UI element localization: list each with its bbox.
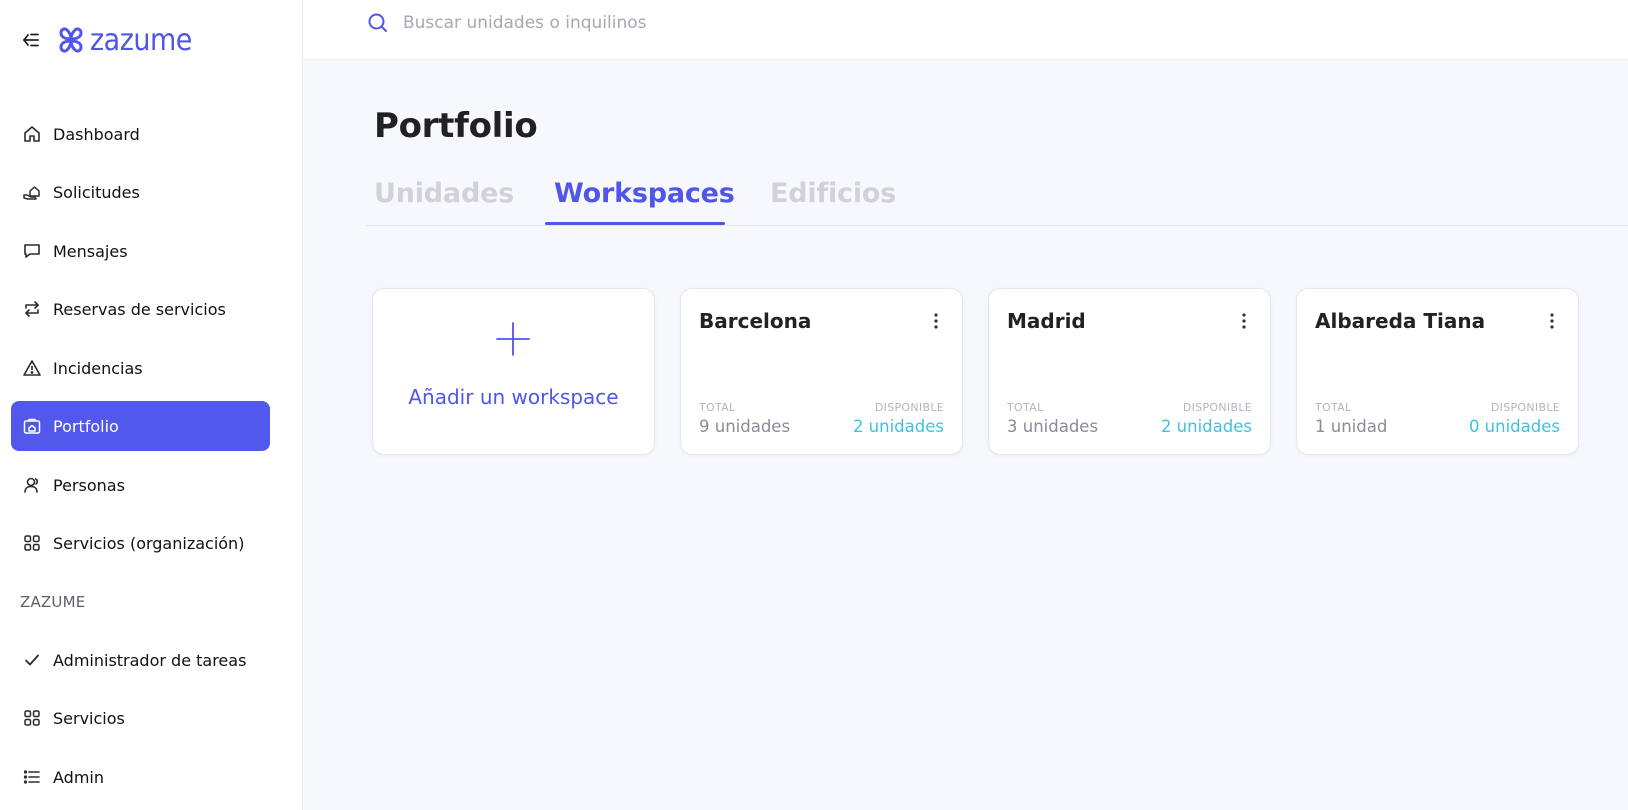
available-value: 0 unidades (1468, 417, 1560, 436)
workspace-name: Albareda Tiana (1315, 309, 1486, 333)
sidebar-item-mensajes[interactable]: Mensajes (11, 226, 270, 276)
sidebar-item-servicios-organizacion[interactable]: Servicios (organización) (11, 518, 270, 568)
grid-icon (22, 533, 42, 553)
sidebar-item-label: Admin (53, 767, 104, 787)
sidebar-item-servicios[interactable]: Servicios (11, 693, 270, 743)
workspace-name: Barcelona (699, 309, 812, 333)
sidebar-item-label: Reservas de servicios (53, 299, 226, 319)
message-icon (22, 241, 42, 261)
sidebar-item-label: Solicitudes (53, 182, 140, 202)
tab-unidades[interactable]: Unidades (374, 178, 514, 209)
sidebar-item-label: Dashboard (53, 124, 140, 144)
search-icon (367, 12, 389, 34)
top-bar (303, 0, 1628, 60)
available-value: 2 unidades (852, 417, 944, 436)
active-tab-indicator (545, 222, 725, 225)
sidebar-item-portfolio[interactable]: Portfolio (11, 401, 270, 451)
sidebar-item-label: Mensajes (53, 241, 128, 261)
sidebar-item-personas[interactable]: Personas (11, 460, 270, 510)
more-options-icon[interactable] (1236, 311, 1252, 331)
sidebar-item-incidencias[interactable]: Incidencias (11, 343, 270, 393)
portfolio-tabs: Unidades Workspaces Edificios (366, 170, 1628, 226)
sidebar-item-label: Personas (53, 475, 125, 495)
workspace-card[interactable]: Barcelona TOTAL DISPONIBLE 9 unidades 2 … (680, 288, 963, 455)
page-title: Portfolio (374, 106, 538, 146)
workspace-name: Madrid (1007, 309, 1086, 333)
list-icon (22, 767, 42, 787)
sidebar-item-reservas[interactable]: Reservas de servicios (11, 284, 270, 334)
total-value: 3 unidades (1007, 417, 1099, 436)
total-value: 9 unidades (699, 417, 791, 436)
total-label: TOTAL (1007, 401, 1044, 414)
sidebar-item-solicitudes[interactable]: Solicitudes (11, 167, 270, 217)
workspace-card[interactable]: Madrid TOTAL DISPONIBLE 3 unidades 2 uni… (988, 288, 1271, 455)
tab-workspaces[interactable]: Workspaces (554, 178, 735, 209)
add-workspace-card[interactable]: Añadir un workspace (372, 288, 655, 455)
sidebar-item-label: Servicios (53, 708, 125, 728)
sidebar-item-label: Portfolio (53, 416, 119, 436)
available-label: DISPONIBLE (1182, 401, 1252, 414)
people-icon (22, 475, 42, 495)
available-value: 2 unidades (1160, 417, 1252, 436)
sidebar-item-dashboard[interactable]: Dashboard (11, 109, 270, 159)
sidebar-item-label: Servicios (organización) (53, 533, 245, 553)
collapse-sidebar-icon[interactable] (20, 29, 42, 51)
more-options-icon[interactable] (1544, 311, 1560, 331)
warning-icon (22, 358, 42, 378)
available-label: DISPONIBLE (874, 401, 944, 414)
sidebar-item-admin[interactable]: Admin (11, 752, 270, 802)
add-workspace-label: Añadir un workspace (408, 385, 619, 409)
available-label: DISPONIBLE (1490, 401, 1560, 414)
plus-icon (495, 321, 531, 357)
tab-edificios[interactable]: Edificios (770, 178, 896, 209)
repeat-icon (22, 299, 42, 319)
portfolio-icon (22, 416, 42, 436)
hand-house-icon (22, 182, 42, 202)
home-icon (22, 124, 42, 144)
sidebar-item-label: Incidencias (53, 358, 143, 378)
total-value: 1 unidad (1315, 417, 1388, 436)
search-input[interactable] (403, 10, 1003, 36)
clover-logo-icon (59, 27, 83, 53)
sidebar-item-label: Administrador de tareas (53, 650, 247, 670)
check-icon (22, 650, 42, 670)
total-label: TOTAL (699, 401, 736, 414)
sidebar-section-label: ZAZUME (20, 593, 86, 611)
sidebar-item-administrador-tareas[interactable]: Administrador de tareas (11, 635, 270, 685)
more-options-icon[interactable] (928, 311, 944, 331)
workspace-card[interactable]: Albareda Tiana TOTAL DISPONIBLE 1 unidad… (1296, 288, 1579, 455)
brand-name: zazume (90, 22, 192, 58)
brand: zazume (20, 22, 192, 58)
total-label: TOTAL (1315, 401, 1352, 414)
grid-icon (22, 708, 42, 728)
zazume-logo[interactable]: zazume (56, 22, 192, 58)
sidebar: zazume Dashboard Solicitudes Mensajes Re… (0, 0, 303, 810)
